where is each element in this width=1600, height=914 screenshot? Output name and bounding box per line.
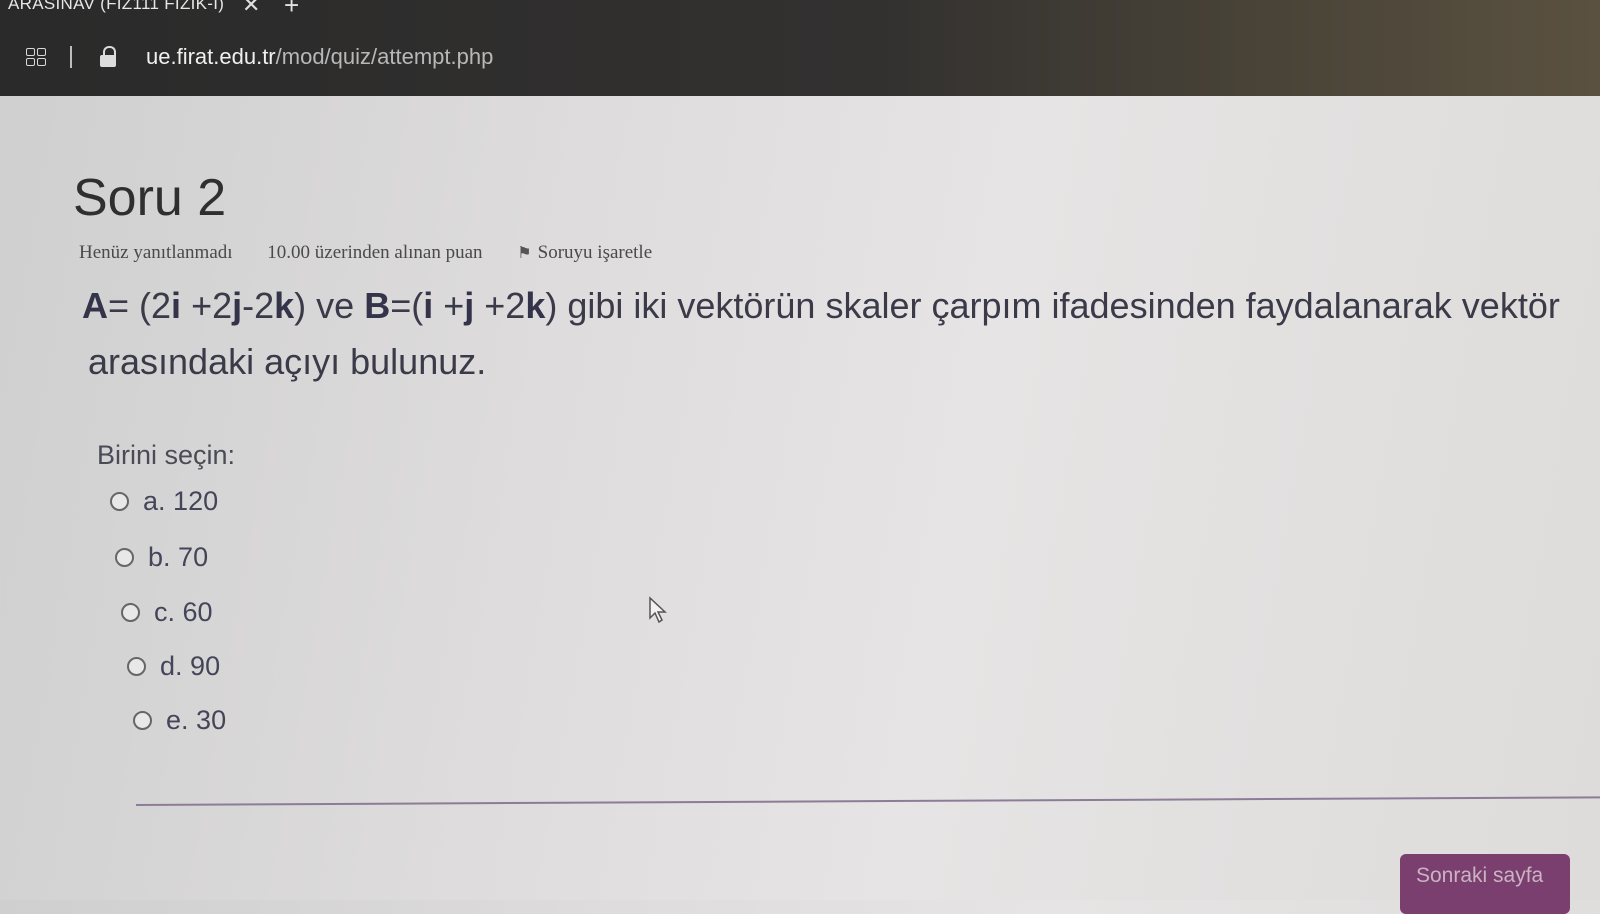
flag-question-link[interactable]: ⚑ Soruyu işaretle — [517, 242, 652, 264]
question-text-line2: arasındaki açıyı bulunuz. — [88, 341, 487, 382]
text-fragment: + — [433, 285, 465, 326]
answer-letter: b. — [148, 542, 171, 572]
unit-j: j — [464, 285, 475, 326]
next-page-button[interactable]: Sonraki sayfa — [1400, 854, 1570, 914]
radio-button[interactable] — [127, 657, 146, 676]
answer-value: 120 — [173, 486, 219, 516]
text-fragment: =( — [390, 285, 424, 326]
answer-option-c[interactable]: c. 60 — [121, 597, 213, 628]
answer-value: 90 — [190, 651, 221, 681]
answer-prompt: Birini seçin: — [97, 440, 236, 470]
answer-letter: c. — [154, 597, 176, 627]
tab-title[interactable]: ARASINAV (FİZ111 FİZİK-I) — [8, 0, 224, 14]
answer-option-e[interactable]: e. 30 — [133, 705, 226, 736]
answer-option-d[interactable]: d. 90 — [127, 651, 220, 682]
unit-k: k — [274, 285, 295, 326]
answer-letter: d. — [160, 651, 183, 681]
url-host: ue.firat.edu.tr — [146, 44, 276, 69]
answer-option-b[interactable]: b. 70 — [115, 542, 208, 573]
quiz-page: Soru 2 Henüz yanıtlanmadı 10.00 üzerinde… — [0, 96, 1600, 914]
unit-i: i — [171, 285, 182, 326]
question-info: Henüz yanıtlanmadı 10.00 üzerinden alına… — [79, 242, 652, 264]
browser-toolbar: ARASINAV (FİZ111 FİZİK-I) ✕ + ue.firat.e… — [0, 0, 1600, 96]
section-divider — [135, 796, 1600, 806]
flag-icon: ⚑ — [517, 245, 532, 262]
unit-j: j — [232, 285, 243, 326]
answer-value: 60 — [182, 597, 213, 627]
text-fragment: ) ve — [294, 285, 365, 326]
apps-grid-icon[interactable] — [26, 48, 48, 68]
unit-k: k — [525, 285, 546, 326]
new-tab-icon[interactable]: + — [284, 0, 299, 21]
tab-close-icon[interactable]: ✕ — [242, 0, 260, 18]
vector-b-label: B — [364, 285, 391, 326]
vector-a-label: A — [82, 285, 108, 326]
answer-letter: e. — [166, 705, 189, 735]
unit-i: i — [423, 285, 434, 326]
mouse-cursor-icon — [649, 596, 667, 624]
url-path: /mod/quiz/attempt.php — [275, 44, 494, 69]
question-points: 10.00 üzerinden alınan puan — [267, 242, 483, 263]
radio-button[interactable] — [133, 711, 152, 730]
radio-button[interactable] — [110, 492, 129, 511]
question-title: Soru 2 — [73, 169, 227, 227]
text-fragment: = (2 — [108, 285, 172, 326]
text-fragment: ) gibi iki vektörün skaler çarpım ifades… — [545, 285, 1560, 326]
text-fragment: +2 — [474, 285, 526, 326]
radio-button[interactable] — [121, 603, 140, 622]
answer-letter: a. — [143, 486, 166, 516]
answer-value: 70 — [178, 542, 209, 572]
text-fragment: +2 — [181, 285, 233, 326]
answer-value: 30 — [196, 705, 227, 735]
question-status: Henüz yanıtlanmadı — [79, 242, 233, 263]
lock-icon[interactable] — [100, 46, 116, 68]
question-text: A= (2i +2j-2k) ve B=(i +j +2k) gibi iki … — [82, 278, 1560, 390]
answer-option-a[interactable]: a. 120 — [110, 486, 218, 517]
address-bar[interactable]: ue.firat.edu.tr/mod/quiz/attempt.php — [146, 44, 493, 70]
flag-label: Soruyu işaretle — [537, 242, 653, 263]
toolbar-divider — [70, 46, 72, 68]
text-fragment: -2 — [242, 285, 275, 326]
radio-button[interactable] — [115, 548, 134, 567]
